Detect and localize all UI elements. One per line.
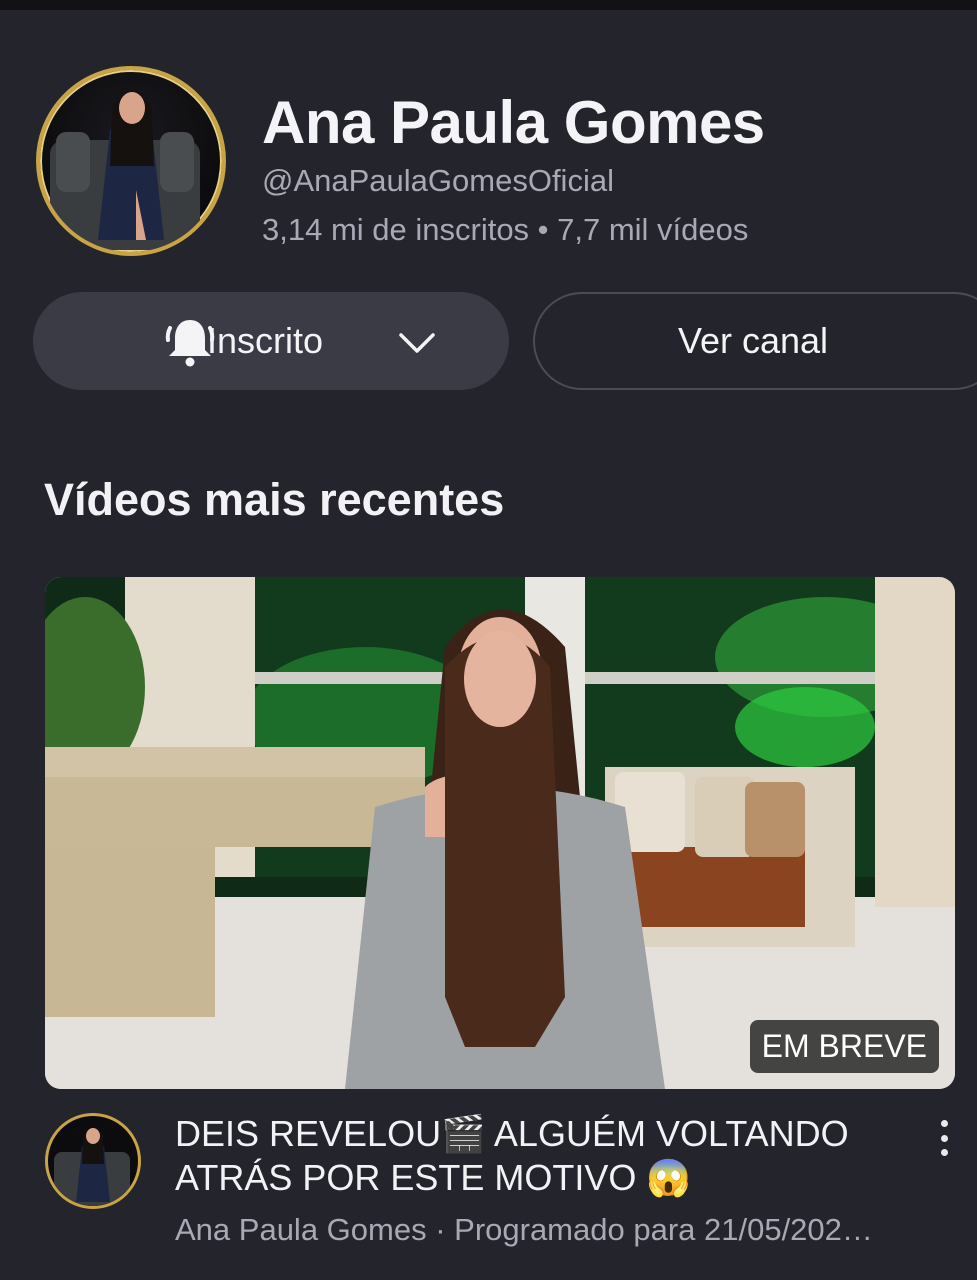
channel-avatar[interactable] [36,66,226,256]
subscribed-label: Inscrito [207,320,324,361]
subscribed-button[interactable]: Inscrito [33,292,509,390]
bell-icon [165,320,215,367]
section-title: Vídeos mais recentes [44,474,505,525]
video-thumbnail[interactable]: EM BREVE [45,577,955,1089]
view-channel-button[interactable]: Ver canal [533,292,977,390]
coming-soon-badge: EM BREVE [749,1020,939,1073]
video-title[interactable]: DEIS REVELOU🎬 ALGUÉM VOLTANDO ATRÁS POR … [175,1112,875,1200]
video-meta: Ana Paula Gomes · Programado para 21/05/… [175,1212,873,1247]
small-avatar-portrait [54,1128,130,1206]
channel-handle: @AnaPaulaGomesOficial [262,163,614,198]
status-bar-edge [0,0,977,10]
chevron-down-icon [399,333,435,353]
channel-stats: 3,14 mi de inscritos • 7,7 mil vídeos [262,212,749,247]
avatar-portrait [50,92,200,250]
thumbnail-image [45,577,955,1089]
more-vert-icon[interactable] [924,1118,964,1158]
channel-name: Ana Paula Gomes [262,89,765,156]
video-channel-avatar[interactable] [45,1113,141,1209]
